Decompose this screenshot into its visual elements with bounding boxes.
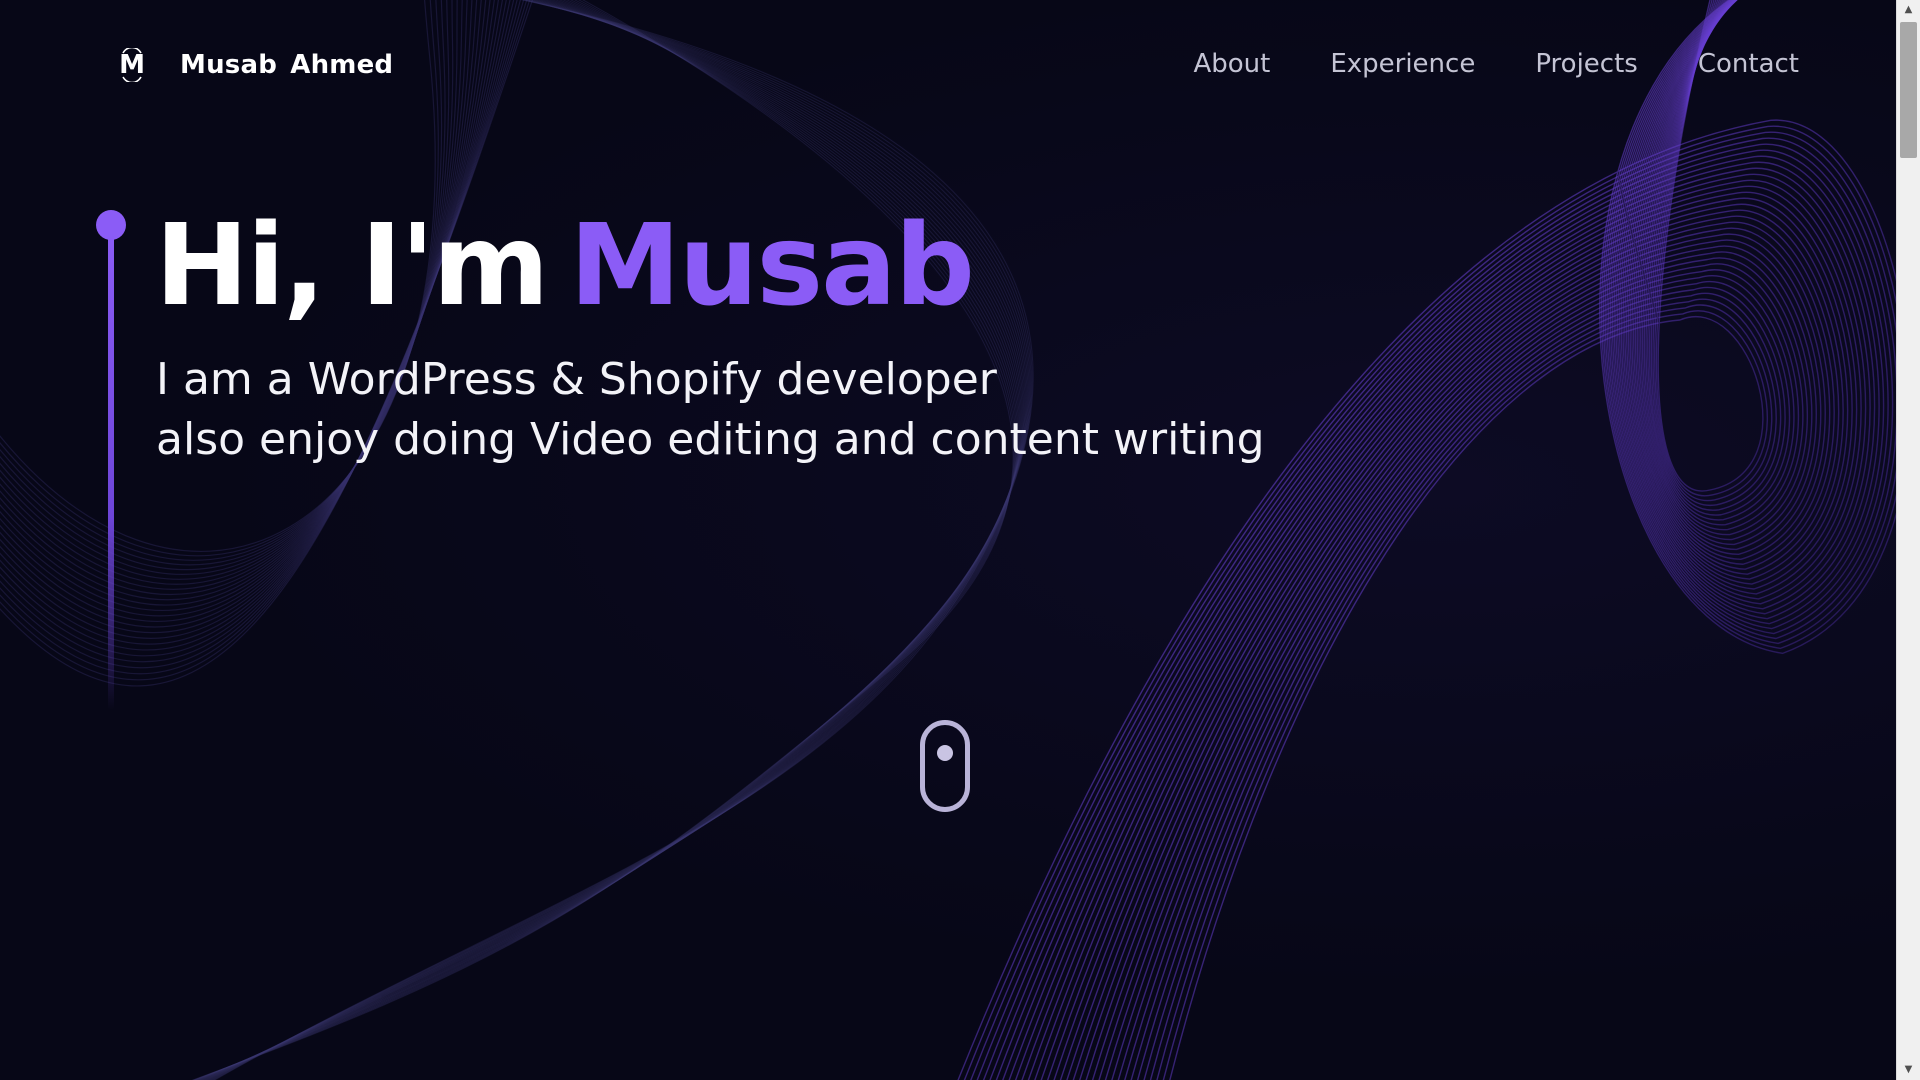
main-nav: About Experience Projects Contact bbox=[1193, 44, 1799, 84]
hero-title: Hi, I'm Musab bbox=[155, 196, 975, 336]
hero-subtitle: I am a WordPress & Shopify developer als… bbox=[156, 350, 1265, 470]
hero-subtitle-line-1: I am a WordPress & Shopify developer bbox=[156, 354, 997, 405]
nav-link-projects[interactable]: Projects bbox=[1535, 44, 1638, 84]
scrollbar-thumb[interactable] bbox=[1900, 22, 1917, 158]
logo-letter: M bbox=[119, 50, 145, 80]
scrollbar-up-arrow-icon[interactable]: ▲ bbox=[1897, 0, 1920, 20]
nav-link-experience[interactable]: Experience bbox=[1330, 44, 1475, 84]
mouse-wheel-dot bbox=[937, 745, 953, 761]
nav-link-about[interactable]: About bbox=[1193, 44, 1270, 84]
nav-link-contact[interactable]: Contact bbox=[1698, 44, 1799, 84]
scrollbar[interactable]: ▲ ▼ bbox=[1896, 0, 1920, 1080]
hero-subtitle-line-2: also enjoy doing Video editing and conte… bbox=[156, 414, 1265, 465]
page: M Musab Ahmed About Experience Projects … bbox=[0, 0, 1920, 1080]
site-header: M Musab Ahmed About Experience Projects … bbox=[0, 0, 1896, 130]
brand-name[interactable]: Musab Ahmed bbox=[180, 46, 393, 84]
logo[interactable]: M bbox=[117, 46, 147, 84]
scrollbar-down-arrow-icon[interactable]: ▼ bbox=[1897, 1060, 1920, 1080]
timeline-line bbox=[108, 230, 114, 710]
background-wave-lines bbox=[0, 0, 1896, 1080]
hero-name: Musab bbox=[569, 201, 975, 331]
hero-timeline-accent bbox=[96, 210, 126, 710]
hero-greeting: Hi, I'm bbox=[155, 201, 549, 331]
mouse-scroll-icon[interactable] bbox=[920, 720, 970, 812]
